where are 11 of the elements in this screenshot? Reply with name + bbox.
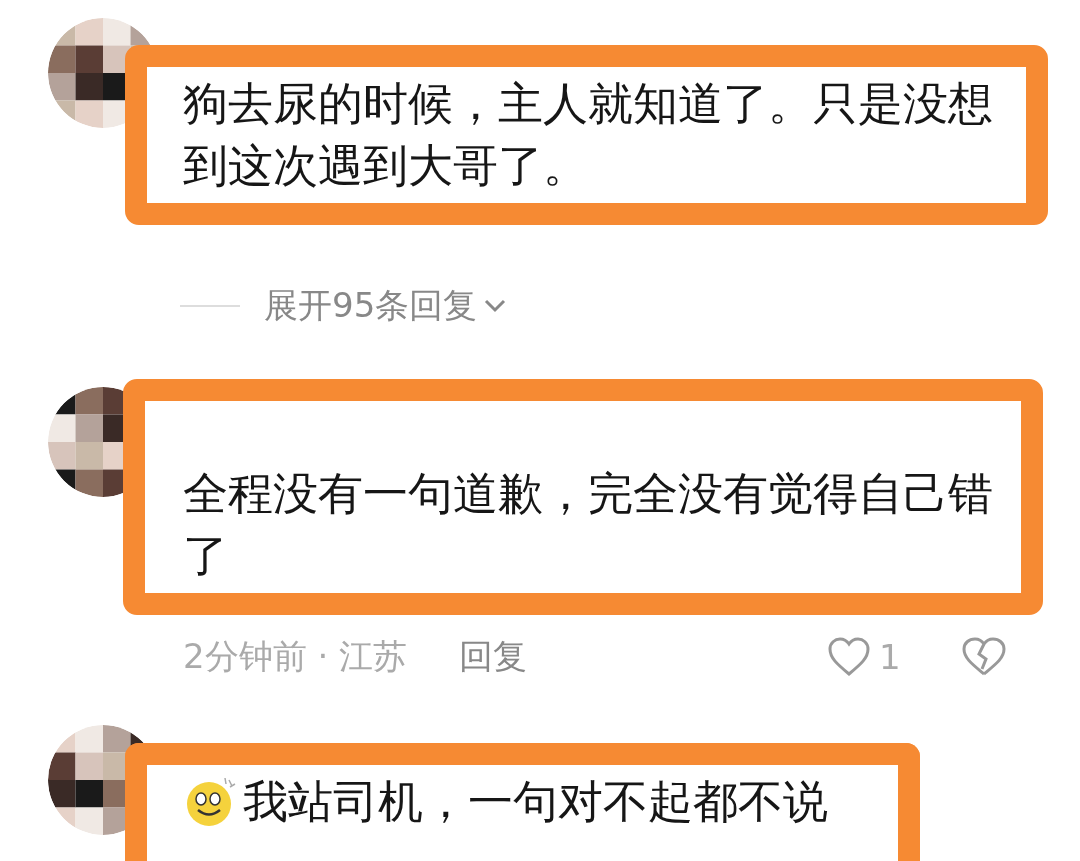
- heart-icon: [827, 637, 872, 677]
- comment-text: 狗去尿的时候，主人就知道了。只是没想到这次遇到大哥了。: [183, 76, 994, 194]
- chevron-down-icon: [483, 298, 508, 314]
- dislike-button[interactable]: [960, 637, 1007, 677]
- reply-button[interactable]: 回复: [459, 634, 528, 680]
- expand-replies-button[interactable]: 展开95条回复: [264, 283, 508, 329]
- comment-time: 2分钟前 · 江苏: [183, 635, 408, 678]
- comment-text: 我站司机，一句对不起都不说: [243, 774, 828, 830]
- broken-heart-icon: [960, 637, 1007, 677]
- like-button[interactable]: 1: [827, 637, 901, 677]
- comment-text: 全程没有一句道歉，完全没有觉得自己错了: [183, 466, 994, 584]
